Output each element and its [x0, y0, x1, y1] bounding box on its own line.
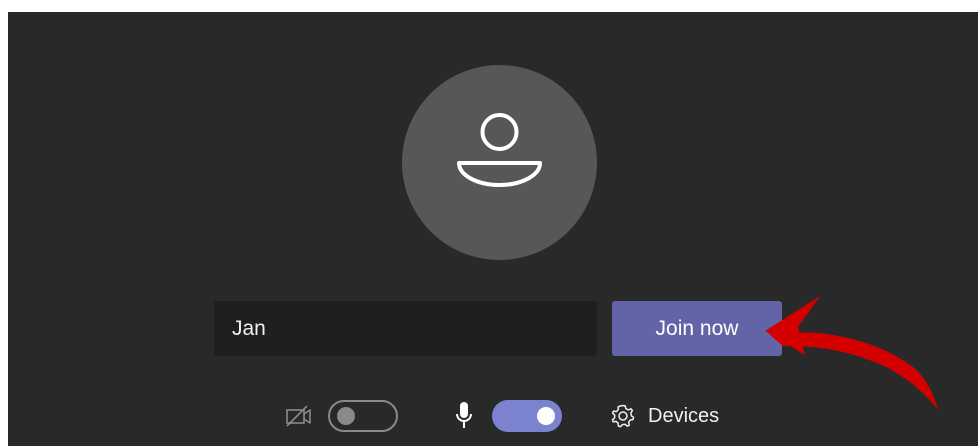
join-now-button[interactable]: Join now: [612, 301, 782, 356]
device-controls: Devices: [8, 396, 978, 436]
devices-button[interactable]: Devices: [602, 398, 732, 434]
microphone-icon: [456, 402, 472, 428]
gear-icon: [611, 404, 635, 428]
camera-off-icon: [286, 405, 311, 427]
camera-toggle-knob: [337, 407, 355, 425]
avatar: [402, 65, 597, 260]
microphone-toggle[interactable]: [492, 400, 562, 432]
devices-label: Devices: [648, 405, 720, 427]
camera-toggle[interactable]: [328, 400, 398, 432]
person-icon: [457, 113, 542, 187]
prejoin-screen: Join now Devices: [8, 12, 978, 446]
microphone-toggle-knob: [537, 407, 555, 425]
name-input[interactable]: [214, 301, 597, 356]
